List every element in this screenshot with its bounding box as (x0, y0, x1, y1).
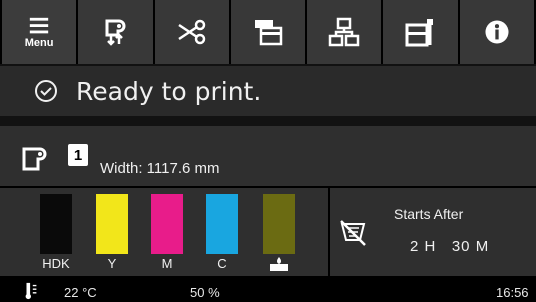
info-button[interactable] (459, 0, 534, 64)
status-bar: Ready to print. (0, 64, 536, 116)
menu-label: Menu (24, 37, 54, 49)
job-queue-button[interactable] (230, 0, 306, 64)
cut-button[interactable] (154, 0, 229, 64)
divider (0, 116, 536, 126)
ink-fill (96, 194, 128, 254)
clock-time: 16:56 (496, 285, 529, 300)
ink-levels-panel[interactable]: HDK Y M C (0, 188, 328, 276)
network-button[interactable] (307, 0, 382, 64)
maintenance-button[interactable] (383, 0, 458, 64)
thermometer-icon (25, 282, 37, 300)
roll-number-badge: 1 (68, 144, 88, 166)
starts-after-label: Starts After (394, 206, 464, 222)
media-feed-button[interactable] (78, 0, 153, 64)
cutter-icon (178, 19, 205, 45)
ink-fill (263, 194, 295, 254)
ink-cartridge-yellow (96, 194, 128, 254)
menu-button[interactable]: Menu (2, 0, 77, 64)
job-queue-icon (254, 20, 283, 46)
ink-fill (206, 194, 238, 254)
ink-cartridge-cyan (206, 194, 238, 254)
roll-paper-icon (22, 147, 47, 171)
ink-fill (151, 194, 183, 254)
timer-value: 2 H 30 M (410, 238, 490, 255)
maintenance-icon (405, 19, 433, 47)
ink-label-cyan: C (217, 256, 227, 271)
menu-icon (29, 17, 49, 34)
ink-label-magenta: M (161, 256, 173, 271)
media-feed-icon (105, 19, 126, 46)
media-width: Width: 1117.6 mm (100, 160, 220, 177)
ink-cartridge-magenta (151, 194, 183, 254)
status-footer: 22 °C 50 % 16:56 (0, 278, 536, 302)
temperature-value: 22 °C (64, 285, 97, 300)
maintenance-box-level (263, 194, 295, 254)
info-icon (485, 20, 509, 44)
check-circle-icon (35, 80, 57, 102)
status-text: Ready to print. (76, 76, 262, 106)
ink-label-yellow: Y (107, 256, 117, 271)
humidity-value: 50 % (190, 285, 220, 300)
media-info-panel[interactable]: 1 Width: 1117.6 mm (0, 126, 536, 186)
drying-timer-icon (340, 220, 366, 246)
ink-fill (40, 194, 72, 254)
maintenance-box-icon (270, 257, 288, 271)
ink-cartridge-hdk (40, 194, 72, 254)
network-icon (329, 17, 360, 47)
drying-timer-panel[interactable]: Starts After 2 H 30 M (330, 188, 536, 276)
toolbar: Menu (0, 0, 536, 64)
ink-label-hdk: HDK (42, 256, 70, 271)
